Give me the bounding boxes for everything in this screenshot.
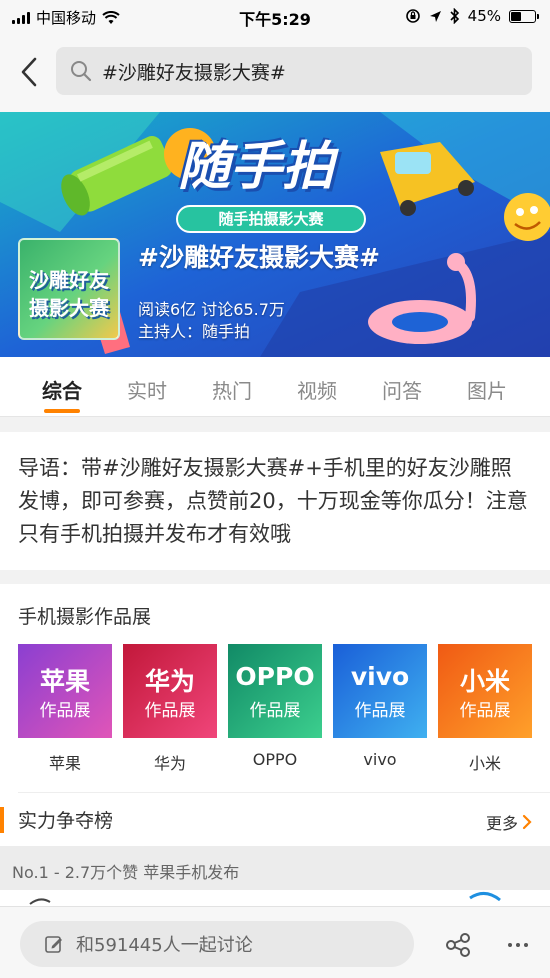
brand-card-subtitle: 作品展 bbox=[249, 701, 301, 721]
brand-card-title: OPPO bbox=[235, 662, 315, 691]
brand-card-label: vivo bbox=[363, 750, 397, 769]
status-bar: 中国移动 下午5:29 45% bbox=[0, 0, 550, 32]
location-icon bbox=[429, 10, 441, 22]
brand-card-oppo[interactable]: OPPO 作品展 OPPO bbox=[228, 644, 322, 772]
brand-card-vivo[interactable]: vivo 作品展 vivo bbox=[333, 644, 427, 772]
topic-banner: 随手拍 随手拍摄影大赛 沙雕好友 摄影大赛 #沙雕好友摄影大赛# 阅读6亿 讨论… bbox=[0, 112, 550, 357]
brand-card-image: OPPO 作品展 bbox=[228, 644, 322, 738]
brand-card-title: 小米 bbox=[459, 667, 510, 696]
ranking-top-entry-text: No.1 - 2.7万个赞 苹果手机发布 bbox=[12, 863, 240, 882]
search-query[interactable]: #沙雕好友摄影大赛# bbox=[102, 58, 286, 85]
brand-card-image: 苹果 作品展 bbox=[18, 644, 112, 738]
edit-icon bbox=[45, 936, 62, 953]
active-tab-indicator bbox=[44, 409, 80, 413]
brand-card-huawei[interactable]: 华为 作品展 华为 bbox=[123, 644, 217, 773]
comment-input[interactable]: 和591445人一起讨论 bbox=[20, 921, 414, 967]
gallery-title: 手机摄影作品展 bbox=[18, 606, 152, 628]
brand-card-image: 小米 作品展 bbox=[438, 644, 532, 738]
share-button[interactable] bbox=[444, 931, 472, 959]
brand-card-label: 苹果 bbox=[48, 754, 81, 773]
brand-card-image: 华为 作品展 bbox=[123, 644, 217, 738]
brand-card-subtitle: 作品展 bbox=[144, 701, 196, 721]
back-button[interactable] bbox=[12, 52, 46, 92]
status-right: 45% bbox=[405, 7, 539, 25]
topic-stats: 阅读6亿 讨论65.7万 bbox=[138, 300, 285, 319]
brand-card-apple[interactable]: 苹果 作品展 苹果 bbox=[18, 644, 112, 773]
topic-tabs: 综合 实时 热门 视频 问答 图片 bbox=[0, 357, 550, 417]
topic-thumbnail: 沙雕好友 摄影大赛 bbox=[18, 238, 120, 340]
thumbnail-text-line1: 沙雕好友 bbox=[29, 268, 109, 292]
tab-images[interactable]: 图片 bbox=[445, 375, 529, 404]
brand-card-title: 苹果 bbox=[39, 667, 90, 696]
brand-card-label: 华为 bbox=[153, 754, 186, 773]
ranking-more-link[interactable]: 更多 bbox=[486, 810, 532, 834]
bottom-action-bar: 和591445人一起讨论 bbox=[0, 906, 550, 978]
brand-card-xiaomi[interactable]: 小米 作品展 小米 bbox=[438, 644, 532, 773]
tab-hot[interactable]: 热门 bbox=[190, 375, 274, 404]
battery-percent: 45% bbox=[467, 7, 501, 25]
brand-card-title: 华为 bbox=[144, 667, 195, 696]
search-input[interactable]: #沙雕好友摄影大赛# bbox=[56, 47, 532, 95]
bluetooth-icon bbox=[450, 8, 459, 24]
campaign-logo-title: 随手拍 bbox=[178, 137, 335, 197]
chevron-left-icon bbox=[21, 57, 37, 87]
topic-intro: 导语：带#沙雕好友摄影大赛#+手机里的好友沙雕照发博，即可参赛，点赞前20，十万… bbox=[0, 432, 550, 570]
tab-video[interactable]: 视频 bbox=[275, 375, 359, 404]
share-icon bbox=[446, 933, 470, 957]
chevron-right-icon bbox=[522, 814, 532, 830]
comment-placeholder: 和591445人一起讨论 bbox=[76, 935, 253, 956]
brand-card-label: 小米 bbox=[468, 754, 501, 773]
search-header: #沙雕好友摄影大赛# bbox=[0, 32, 550, 112]
brand-card-label: OPPO bbox=[252, 750, 298, 769]
brand-card-title: vivo bbox=[350, 662, 410, 691]
brand-card-subtitle: 作品展 bbox=[459, 701, 511, 721]
thumbnail-text-line2: 摄影大赛 bbox=[29, 296, 109, 320]
more-options-button[interactable] bbox=[504, 931, 532, 959]
section-divider bbox=[18, 792, 550, 793]
orientation-lock-icon bbox=[405, 9, 420, 23]
brand-card-subtitle: 作品展 bbox=[354, 701, 406, 721]
brand-card-image: vivo 作品展 bbox=[333, 644, 427, 738]
campaign-logo-subtitle: 随手拍摄影大赛 bbox=[176, 205, 366, 233]
ranking-top-entry[interactable]: No.1 - 2.7万个赞 苹果手机发布 bbox=[0, 846, 550, 890]
tab-qa[interactable]: 问答 bbox=[360, 375, 444, 404]
photo-gallery-section: 手机摄影作品展 苹果 作品展 苹果 华为 作品展 华为 OPPO 作品展 OPP… bbox=[0, 584, 550, 846]
section-accent-bar bbox=[0, 807, 4, 833]
tab-comprehensive[interactable]: 综合 bbox=[20, 375, 104, 404]
tab-realtime[interactable]: 实时 bbox=[105, 375, 189, 404]
topic-host[interactable]: 主持人：随手拍 bbox=[138, 318, 250, 342]
brand-card-subtitle: 作品展 bbox=[39, 701, 91, 721]
more-label: 更多 bbox=[485, 814, 518, 833]
battery-icon bbox=[509, 9, 539, 23]
search-icon bbox=[71, 61, 92, 82]
ranking-title: 实力争夺榜 bbox=[18, 810, 114, 832]
topic-title: #沙雕好友摄影大赛# bbox=[138, 243, 380, 272]
